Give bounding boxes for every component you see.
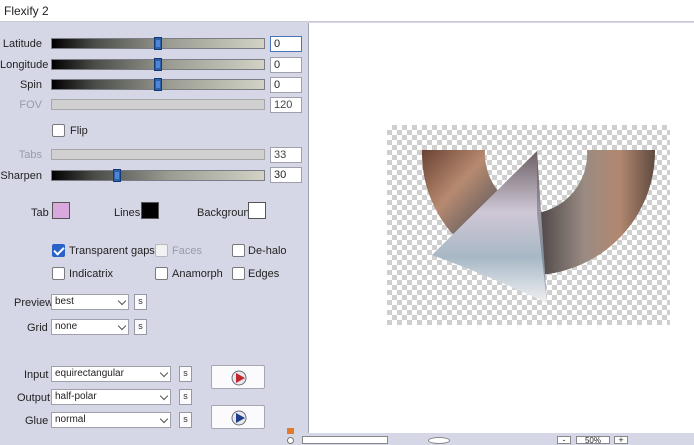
anamorph-label: Anamorph [172,268,223,280]
flip-checkbox[interactable] [52,124,65,137]
glue-label: Glue [25,415,49,427]
faces-label: Faces [172,245,202,257]
tab-color-swatch[interactable] [52,202,70,219]
latitude-slider-thumb[interactable] [154,37,162,50]
tab-color-label: Tab [31,207,49,219]
longitude-label: Longitude [0,59,49,71]
tabs-slider [51,149,265,160]
longitude-slider-thumb[interactable] [154,58,162,71]
de-halo-label: De-halo [248,245,287,257]
preview-select-value: best [55,296,74,307]
longitude-slider[interactable] [51,58,265,71]
output-label: Output [17,392,51,404]
transparent-gaps-label: Transparent gaps [69,245,155,257]
play-globe-icon [231,370,247,386]
latitude-input[interactable]: 0 [270,36,302,52]
longitude-input[interactable]: 0 [270,57,302,73]
fov-slider [51,99,265,110]
faces-checkbox [155,244,168,257]
grid-select[interactable]: none [51,319,129,335]
zoom-out-button[interactable]: - [557,436,571,445]
background-color-swatch[interactable] [248,202,266,219]
lines-color-swatch[interactable] [141,202,159,219]
chevron-down-icon [159,391,169,401]
lines-color-label: Lines [114,207,141,219]
glue-select[interactable]: normal [51,412,171,428]
sharpen-label: Sharpen [0,170,42,182]
indicatrix-label: Indicatrix [69,268,114,280]
latitude-label: Latitude [2,38,42,50]
output-s-button[interactable]: s [179,389,192,405]
input-label: Input [24,369,49,381]
spin-slider[interactable] [51,78,265,91]
chevron-down-icon [117,296,127,306]
latitude-slider[interactable] [51,37,265,50]
sharpen-slider-thumb[interactable] [113,169,121,182]
spin-input[interactable]: 0 [270,77,302,93]
chevron-down-icon [117,321,127,331]
indicatrix-checkbox[interactable] [52,267,65,280]
tabs-label: Tabs [18,149,42,161]
fov-label: FOV [19,99,42,111]
sharpen-slider[interactable] [51,169,265,182]
tabs-input: 33 [270,147,302,163]
grid-select-value: none [55,321,78,332]
background-color-label: Background [197,207,256,219]
grid-s-button[interactable]: s [134,319,147,335]
fov-input: 120 [270,97,302,113]
input-preset-button[interactable] [211,365,265,389]
fit-view-icon[interactable] [428,437,450,444]
progress-bar [302,436,388,444]
input-select[interactable]: equirectangular [51,366,171,382]
output-select[interactable]: half-polar [51,389,171,405]
play-globe-icon [231,410,247,426]
grid-label: Grid [27,322,48,334]
spin-label: Spin [19,79,42,91]
sharpen-input[interactable]: 30 [270,167,302,183]
input-s-button[interactable]: s [179,366,192,382]
preview-image [387,125,670,325]
handle-icon[interactable] [287,437,294,444]
de-halo-checkbox[interactable] [232,244,245,257]
chevron-down-icon [159,368,169,378]
zoom-in-button[interactable]: + [614,436,628,445]
output-preset-button[interactable] [211,405,265,429]
window-title: Flexify 2 [4,4,49,18]
edges-label: Edges [248,268,280,280]
layer-icon [287,428,294,434]
transparent-gaps-checkbox[interactable] [52,244,65,257]
zoom-level[interactable]: 50% [576,436,610,444]
spin-slider-thumb[interactable] [154,78,162,91]
preview-label: Preview [14,297,54,309]
output-select-value: half-polar [55,391,97,402]
input-select-value: equirectangular [55,368,124,379]
glue-s-button[interactable]: s [179,412,192,428]
flip-label: Flip [70,125,88,137]
preview-s-button[interactable]: s [134,294,147,310]
glue-select-value: normal [55,414,86,425]
preview-select[interactable]: best [51,294,129,310]
title-bar: Flexify 2 [0,0,694,22]
chevron-down-icon [159,414,169,424]
edges-checkbox[interactable] [232,267,245,280]
anamorph-checkbox[interactable] [155,267,168,280]
